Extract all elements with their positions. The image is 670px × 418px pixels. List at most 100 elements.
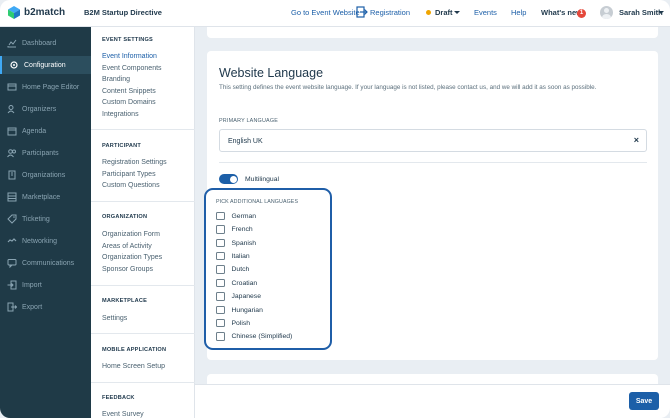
subnav-item-content-snippets[interactable]: Content Snippets	[102, 88, 156, 95]
checkbox[interactable]	[216, 225, 225, 234]
sidebar-item-participants[interactable]: Participants	[0, 144, 91, 162]
language-option-german[interactable]: German	[216, 211, 256, 221]
b2match-logo-icon	[8, 6, 20, 19]
subnav-item-home-screen-setup[interactable]: Home Screen Setup	[102, 363, 165, 370]
divider	[219, 162, 647, 163]
subnav-item-event-information[interactable]: Event Information	[102, 53, 157, 60]
language-name: Chinese (Simplified)	[231, 333, 293, 340]
sidebar-item-organizers[interactable]: Organizers	[0, 100, 91, 118]
language-option-french[interactable]: French	[216, 225, 253, 235]
additional-languages-label: PICK ADDITIONAL LANGUAGES	[216, 199, 299, 205]
main-sidebar: Dashboard Configuration Home Page Editor…	[0, 27, 91, 418]
clear-icon[interactable]: ×	[634, 135, 639, 145]
chevron-down-icon[interactable]	[454, 11, 460, 14]
checkbox[interactable]	[216, 265, 225, 274]
subnav-item-custom-domains[interactable]: Custom Domains	[102, 99, 156, 106]
sidebar-item-communications[interactable]: Communications	[0, 254, 91, 272]
events-link[interactable]: Events	[474, 8, 497, 17]
previous-card	[207, 27, 658, 38]
language-option-croatian[interactable]: Croatian	[216, 278, 257, 288]
subnav-item-organization-types[interactable]: Organization Types	[102, 254, 162, 261]
sidebar-item-label: Configuration	[24, 61, 66, 69]
networking-icon	[7, 236, 17, 246]
sidebar-item-label: Participants	[22, 149, 59, 157]
top-bar: b2match B2M Startup Directive Go to Even…	[0, 0, 670, 27]
sidebar-item-organizations[interactable]: Organizations	[0, 166, 91, 184]
checkbox[interactable]	[216, 318, 225, 328]
subnav-item-event-components[interactable]: Event Components	[102, 65, 162, 72]
calendar-icon	[7, 126, 17, 136]
subnav-item-participant-types[interactable]: Participant Types	[102, 171, 156, 178]
language-option-italian[interactable]: Italian	[216, 251, 250, 261]
sidebar-item-configuration[interactable]: Configuration	[0, 56, 91, 74]
subnav-divider	[91, 201, 195, 202]
whats-new-link[interactable]: What's new	[541, 8, 582, 17]
subnav-item-registration-settings[interactable]: Registration Settings	[102, 159, 167, 166]
subnav-divider	[91, 333, 195, 334]
additional-languages-panel: PICK ADDITIONAL LANGUAGES German French …	[204, 188, 332, 350]
checkbox[interactable]	[216, 292, 225, 301]
section-title: Website Language	[219, 66, 324, 80]
language-option-dutch[interactable]: Dutch	[216, 265, 249, 275]
section-description: This setting defines the event website l…	[219, 84, 597, 91]
sidebar-item-marketplace[interactable]: Marketplace	[0, 188, 91, 206]
sidebar-item-export[interactable]: Export	[0, 298, 91, 316]
organizers-icon	[7, 104, 17, 114]
subnav-item-areas-of-activity[interactable]: Areas of Activity	[102, 243, 152, 250]
registration-icon[interactable]	[356, 5, 368, 18]
primary-language-value: English UK	[228, 138, 263, 145]
language-option-hungarian[interactable]: Hungarian	[216, 305, 263, 315]
sidebar-item-import[interactable]: Import	[0, 276, 91, 294]
subnav-item-sponsor-groups[interactable]: Sponsor Groups	[102, 266, 153, 273]
save-button[interactable]: Save	[629, 392, 659, 410]
checkbox[interactable]	[216, 251, 225, 261]
language-name: Croatian	[231, 279, 258, 287]
notification-badge: 1	[577, 9, 586, 18]
user-menu[interactable]: Sarah Smith	[619, 8, 663, 17]
language-option-polish[interactable]: Polish	[216, 318, 250, 328]
chat-icon	[7, 258, 17, 268]
avatar[interactable]	[600, 6, 613, 19]
sidebar-item-ticketing[interactable]: Ticketing	[0, 210, 91, 228]
multilingual-toggle[interactable]	[219, 174, 238, 184]
sidebar-item-networking[interactable]: Networking	[0, 232, 91, 250]
sidebar-item-label: Organizations	[22, 171, 66, 179]
registration-link[interactable]: Registration	[370, 8, 410, 17]
go-to-event-link[interactable]: Go to Event Website	[291, 8, 360, 17]
help-link[interactable]: Help	[511, 8, 526, 17]
event-name: B2M Startup Directive	[84, 8, 162, 17]
subnav-item-event-survey[interactable]: Event Survey	[102, 411, 144, 418]
subnav-item-settings[interactable]: Settings	[102, 315, 127, 322]
dashboard-icon	[7, 38, 17, 48]
logo[interactable]: b2match	[8, 6, 65, 19]
checkbox[interactable]	[216, 278, 225, 288]
language-name: Polish	[231, 319, 251, 327]
checkbox[interactable]	[216, 238, 225, 248]
checkbox[interactable]	[216, 332, 225, 341]
users-icon	[7, 148, 17, 158]
export-icon	[7, 302, 17, 312]
status-dropdown[interactable]: Draft	[435, 8, 453, 17]
primary-language-select[interactable]: English UK ×	[219, 129, 647, 152]
chevron-down-icon[interactable]	[658, 11, 664, 14]
subnav-item-branding[interactable]: Branding	[102, 76, 130, 83]
website-language-card: Website Language This setting defines th…	[204, 51, 658, 360]
subnav-item-organization-form[interactable]: Organization Form	[102, 231, 160, 238]
language-option-chinese-simplified[interactable]: Chinese (Simplified)	[216, 332, 292, 342]
subnav-heading: ORGANIZATION	[102, 214, 148, 220]
logo-text: b2match	[24, 7, 66, 18]
import-icon	[7, 280, 17, 290]
checkbox[interactable]	[216, 305, 225, 315]
subnav-item-integrations[interactable]: Integrations	[102, 111, 139, 118]
sidebar-item-agenda[interactable]: Agenda	[0, 122, 91, 140]
subnav-item-custom-questions[interactable]: Custom Questions	[102, 182, 160, 189]
checkbox[interactable]	[216, 211, 225, 221]
subnav-heading: MARKETPLACE	[102, 298, 148, 304]
language-option-spanish[interactable]: Spanish	[216, 238, 256, 248]
sidebar-item-dashboard[interactable]: Dashboard	[0, 34, 91, 52]
language-option-japanese[interactable]: Japanese	[216, 292, 261, 302]
sidebar-item-home-page-editor[interactable]: Home Page Editor	[0, 78, 91, 96]
sidebar-item-label: Agenda	[22, 127, 47, 135]
sidebar-item-label: Communications	[22, 259, 75, 267]
subnav-divider	[91, 382, 195, 383]
